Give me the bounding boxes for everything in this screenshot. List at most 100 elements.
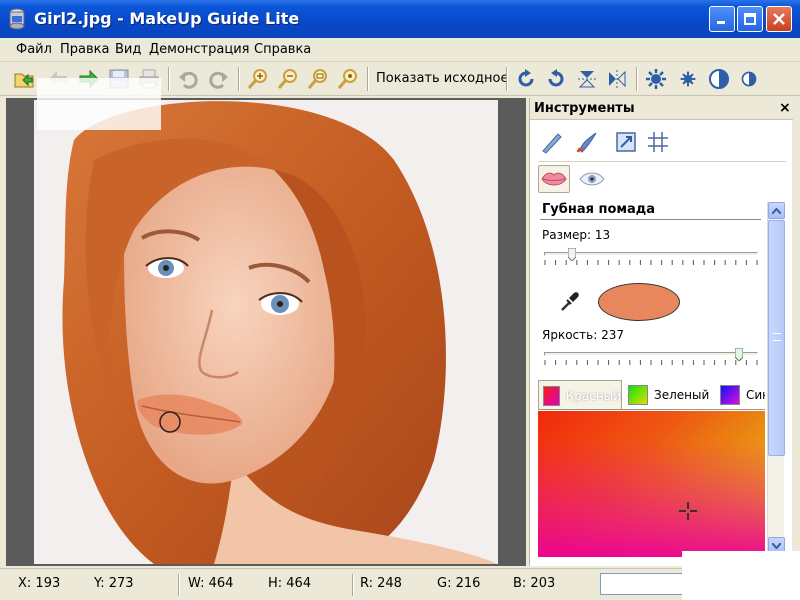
small-brightness-button[interactable]: [676, 67, 700, 91]
small-contrast-button[interactable]: [737, 67, 761, 91]
maximize-button[interactable]: [737, 6, 763, 32]
scroll-grip: [773, 333, 781, 341]
minimize-icon: [717, 21, 725, 24]
resize-icon: [616, 132, 636, 152]
status-x: X: 193: [18, 576, 61, 591]
toolbar-separator: [506, 67, 508, 91]
menu-view[interactable]: Вид: [115, 42, 141, 57]
zoom-actual-button[interactable]: [336, 67, 360, 91]
lipstick-tab[interactable]: [538, 165, 570, 193]
rotate-cw-button[interactable]: [514, 67, 538, 91]
redo-button[interactable]: [207, 67, 231, 91]
brightness-slider[interactable]: [544, 348, 758, 365]
half-contrast-icon: [741, 71, 757, 87]
flip-horizontal-button[interactable]: [605, 67, 629, 91]
zoom-out-button[interactable]: [276, 67, 300, 91]
status-h: H: 464: [268, 576, 312, 591]
contrast-icon: [709, 69, 729, 89]
title-bar[interactable]: Girl2.jpg - MakeUp Guide Lite: [0, 0, 800, 38]
zoom-in-button[interactable]: [246, 67, 270, 91]
portrait-photo[interactable]: [34, 100, 498, 564]
eyedropper-icon[interactable]: [558, 290, 580, 312]
panel-scrollbar[interactable]: [767, 202, 785, 554]
show-original-button[interactable]: Показать исходное: [376, 71, 508, 86]
panel-close-button[interactable]: ×: [779, 100, 791, 116]
toolbar-separator: [238, 67, 240, 91]
tab-green[interactable]: Зеленый: [626, 380, 710, 409]
tab-red-label: Красный: [565, 388, 621, 403]
toolbar-separator: [168, 67, 170, 91]
zoom-fit-button[interactable]: [306, 67, 330, 91]
brightness-button[interactable]: [644, 67, 668, 91]
gradient-overlay: [538, 411, 765, 557]
flip-vertical-button[interactable]: [575, 67, 599, 91]
status-r: R: 248: [360, 576, 402, 591]
contrast-button[interactable]: [707, 67, 731, 91]
size-slider[interactable]: [544, 248, 758, 265]
menu-edit[interactable]: Правка: [60, 42, 109, 57]
section-underline: [540, 219, 761, 220]
tab-green-label: Зеленый: [654, 388, 710, 402]
undo-icon: [179, 71, 198, 89]
zoom-fit-icon: [307, 69, 327, 89]
brush-tool-button[interactable]: [538, 128, 566, 156]
color-channel-tabs: Красный Зеленый Син: [538, 378, 765, 410]
paint-brush-tool-button[interactable]: [574, 128, 602, 156]
redo-icon: [209, 71, 228, 89]
toolbar-separator: [636, 67, 638, 91]
scroll-up-button[interactable]: [768, 202, 785, 219]
status-separator: [352, 574, 354, 596]
grid-tool-button[interactable]: [644, 128, 672, 156]
size-slider-ticks: [544, 260, 758, 265]
pencil-icon: [542, 133, 562, 154]
app-icon: [9, 8, 25, 30]
size-slider-track: [544, 252, 758, 256]
menu-bar: Файл Правка Вид Демонстрация Справка: [0, 38, 800, 62]
chevron-up-icon: [772, 207, 781, 214]
portrait-drawing: [34, 100, 498, 564]
status-bar: X: 193 Y: 273 W: 464 H: 464 R: 248 G: 21…: [0, 568, 800, 600]
close-icon: [773, 13, 785, 25]
menu-help[interactable]: Справка: [254, 42, 311, 57]
section-title: Губная помада: [542, 202, 656, 217]
panel-divider: [538, 161, 786, 162]
eye-tab[interactable]: [576, 165, 608, 193]
rotate-cw-icon: [518, 69, 534, 87]
brightness-gear-icon: [646, 69, 666, 89]
grid-icon: [648, 132, 668, 152]
small-gear-icon: [680, 71, 696, 87]
window-title: Girl2.jpg - MakeUp Guide Lite: [34, 9, 300, 28]
menu-file[interactable]: Файл: [16, 42, 52, 57]
blank-overlay: [37, 78, 161, 130]
chevron-down-icon: [772, 542, 781, 549]
status-w: W: 464: [188, 576, 234, 591]
zoom-actual-icon: [337, 69, 357, 89]
minimize-button[interactable]: [709, 6, 735, 32]
menu-demo[interactable]: Демонстрация: [149, 42, 249, 57]
status-separator: [178, 574, 180, 596]
rotate-ccw-button[interactable]: [544, 67, 568, 91]
tab-red[interactable]: Красный: [538, 380, 622, 409]
eye-icon: [579, 172, 605, 186]
toolbar-separator: [367, 67, 369, 91]
tab-blue-label: Син: [746, 388, 765, 402]
blank-corner: [682, 551, 800, 600]
resize-tool-button[interactable]: [612, 128, 640, 156]
status-b: B: 203: [513, 576, 556, 591]
panel-header: Инструменты ×: [530, 98, 793, 120]
lipstick-color-swatch[interactable]: [598, 283, 680, 321]
maximize-icon: [744, 13, 756, 25]
undo-button[interactable]: [176, 67, 200, 91]
canvas-area[interactable]: [6, 98, 526, 566]
tab-blue[interactable]: Син: [718, 380, 765, 409]
blue-gradient-icon: [720, 385, 740, 405]
open-button[interactable]: [12, 67, 36, 91]
crosshair-icon[interactable]: [678, 501, 698, 521]
panel-title: Инструменты: [534, 101, 635, 116]
brightness-label: Яркость: 237: [542, 328, 624, 342]
close-button[interactable]: [766, 6, 792, 32]
color-gradient-picker[interactable]: [538, 411, 765, 557]
status-g: G: 216: [437, 576, 481, 591]
scroll-thumb[interactable]: [768, 220, 785, 456]
zoom-in-icon: [247, 69, 267, 89]
